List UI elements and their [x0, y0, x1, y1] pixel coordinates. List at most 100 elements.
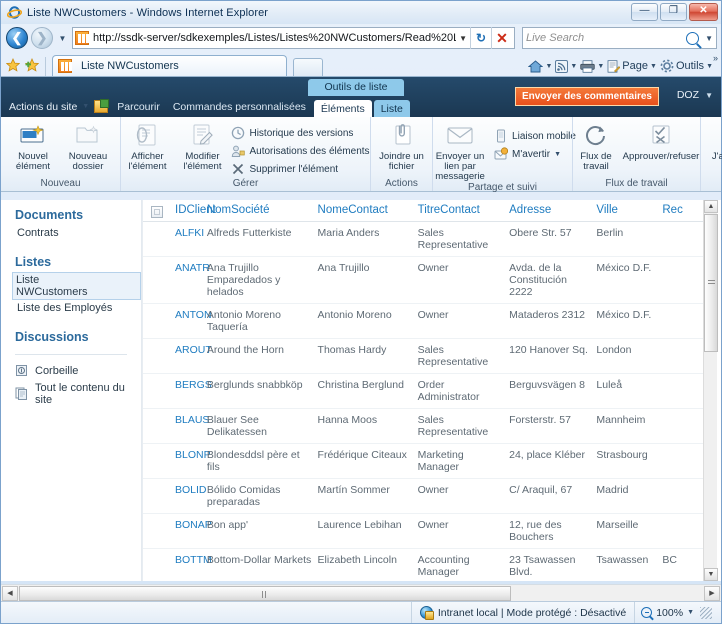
sidebar-item-liste-nwcustomers[interactable]: Liste NWCustomers: [12, 272, 141, 300]
column-header-nomecontact[interactable]: NomeContact: [318, 200, 418, 222]
refresh-button[interactable]: ↻: [470, 27, 491, 49]
search-icon[interactable]: [686, 31, 700, 45]
home-button[interactable]: ▼: [528, 59, 552, 73]
scroll-left-button[interactable]: ◀: [2, 585, 18, 601]
version-history-button[interactable]: Historique des versions: [231, 125, 369, 141]
alert-me-caret-icon[interactable]: ▼: [554, 151, 561, 158]
cell-idclient[interactable]: ANTON: [143, 304, 212, 339]
table-row[interactable]: BOLID Bólido Comidas preparadas Martín Som…: [143, 479, 705, 514]
cell-titrecontact: Owner: [417, 519, 449, 531]
scroll-down-button[interactable]: ▼: [704, 568, 718, 581]
user-menu[interactable]: DOZ: [677, 89, 699, 101]
workflows-button[interactable]: Flux de travail: [573, 122, 619, 172]
security-zone-indicator[interactable]: Intranet local | Mode protégé : Désactiv…: [412, 602, 636, 623]
page-horizontal-scrollbar[interactable]: ◀ ▶: [1, 584, 721, 601]
i-like-it-button[interactable]: J'aime ça: [706, 122, 722, 162]
stop-button[interactable]: ✕: [491, 27, 512, 49]
email-link-button[interactable]: Envoyer un lien par messagerie: [429, 122, 491, 182]
cell-idclient[interactable]: ANATR: [143, 257, 210, 304]
page-menu-button[interactable]: Page ▼: [607, 59, 657, 73]
table-row[interactable]: BOTTM Bottom-Dollar Markets Elizabeth Linc…: [143, 549, 705, 582]
select-all-checkbox[interactable]: [151, 206, 163, 218]
approve-reject-button[interactable]: Approuver/refuser: [622, 122, 700, 162]
zoom-caret-icon[interactable]: ▼: [687, 609, 694, 616]
user-menu-caret-icon[interactable]: ▼: [705, 91, 713, 100]
column-header-region[interactable]: Rec: [662, 200, 705, 222]
mobile-link-button[interactable]: Liaison mobile: [494, 128, 576, 144]
resize-grip[interactable]: [700, 606, 712, 619]
alert-me-button[interactable]: M'avertir ▼: [494, 146, 576, 162]
column-header-nomsociete[interactable]: NomSociété: [207, 200, 318, 222]
print-button[interactable]: ▼: [580, 59, 604, 73]
maximize-button[interactable]: ❐: [660, 3, 687, 21]
sidebar-item-tout-le-contenu[interactable]: Tout le contenu du site: [15, 380, 141, 408]
tab-title: Liste NWCustomers: [81, 60, 179, 72]
feeds-button[interactable]: ▼: [555, 59, 577, 73]
table-row[interactable]: ALFKI Alfreds Futterkiste Maria Anders Sale…: [143, 222, 705, 257]
table-row[interactable]: ANTON Antonio Moreno Taquería Antonio More…: [143, 304, 705, 339]
browse-tab[interactable]: Parcourir: [113, 101, 164, 113]
search-input[interactable]: Live Search: [526, 32, 686, 44]
cell-idclient[interactable]: BLONP: [143, 444, 211, 479]
tools-menu-button[interactable]: Outils ▼: [660, 59, 713, 73]
attach-file-button[interactable]: Joindre un fichier: [376, 122, 428, 172]
cell-idclient[interactable]: BOTTM: [143, 549, 212, 582]
url-dropdown-icon[interactable]: ▼: [456, 34, 470, 43]
add-to-favorites-icon[interactable]: [24, 57, 40, 72]
column-header-titrecontact[interactable]: TitreContact: [418, 200, 510, 222]
table-row[interactable]: BLAUS Blauer See Delikatessen Hanna Moos Sa…: [143, 409, 705, 444]
new-folder-button[interactable]: Nouveau dossier: [62, 122, 114, 172]
page-content: Documents Contrats Listes Liste NWCustom…: [1, 200, 721, 581]
site-actions-button[interactable]: Actions du site: [9, 101, 77, 113]
sidebar-heading-listes[interactable]: Listes: [15, 255, 141, 269]
new-tab-button[interactable]: [293, 58, 323, 76]
custom-commands-tab[interactable]: Commandes personnalisées: [169, 101, 310, 113]
cell-idclient[interactable]: AROUT: [143, 339, 212, 374]
tab-elements[interactable]: Éléments: [313, 100, 372, 117]
favorites-center-icon[interactable]: [5, 57, 21, 72]
scroll-right-button[interactable]: ▶: [704, 585, 720, 601]
list-vertical-scrollbar[interactable]: ▲ ▼: [703, 200, 718, 581]
cell-idclient[interactable]: BLAUS: [143, 409, 209, 444]
delete-item-button[interactable]: Supprimer l'élément: [231, 161, 369, 177]
sidebar-item-contrats[interactable]: Contrats: [15, 225, 141, 241]
edit-item-button[interactable]: Modifier l'élément: [176, 122, 228, 172]
horizontal-scroll-thumb[interactable]: [19, 585, 511, 601]
cell-idclient[interactable]: BONAP: [143, 514, 212, 549]
minimize-button[interactable]: —: [631, 3, 658, 21]
table-row[interactable]: BLONP Blondesddsl père et fils Frédérique …: [143, 444, 705, 479]
sidebar-heading-discussions[interactable]: Discussions: [15, 330, 141, 344]
column-header-adresse[interactable]: Adresse: [509, 200, 596, 222]
item-permissions-button[interactable]: Autorisations des éléments: [231, 143, 370, 159]
new-page-icon[interactable]: [94, 99, 110, 113]
sidebar-item-corbeille[interactable]: Corbeille: [15, 362, 141, 380]
table-row[interactable]: BERGS Berglunds snabbköp Christina Berglun…: [143, 374, 705, 409]
sidebar-item-liste-des-employes[interactable]: Liste des Employés: [15, 300, 141, 316]
new-item-button[interactable]: Nouvel élément: [7, 122, 59, 172]
send-feedback-button[interactable]: Envoyer des commentaires: [514, 87, 659, 106]
search-provider-caret-icon[interactable]: ▼: [705, 34, 713, 43]
cell-idclient[interactable]: BERGS: [143, 374, 212, 409]
sidebar-heading-documents[interactable]: Documents: [15, 208, 141, 222]
zoom-control[interactable]: 100% ▼: [635, 602, 721, 623]
cell-ville: Berlin: [596, 227, 624, 239]
table-row[interactable]: AROUT Around the Horn Thomas Hardy Sales Re…: [143, 339, 705, 374]
horizontal-scroll-track[interactable]: [19, 585, 703, 601]
url-input[interactable]: http://ssdk-server/sdkexemples/Listes/Li…: [72, 27, 515, 49]
vertical-scroll-thumb[interactable]: [704, 214, 718, 352]
view-item-button[interactable]: Afficher l'élément: [121, 122, 173, 172]
table-row[interactable]: BONAP Bon app' Laurence Lebihan Owner 12, ru…: [143, 514, 705, 549]
table-row[interactable]: ANATR Ana Trujillo Emparedados y helados A…: [143, 257, 705, 304]
scroll-up-button[interactable]: ▲: [704, 200, 718, 213]
back-button[interactable]: ❮: [6, 27, 28, 49]
cell-idclient[interactable]: ALFKI: [143, 222, 207, 257]
toolbar-overflow-icon[interactable]: »: [713, 53, 718, 63]
forward-button[interactable]: ❯: [31, 27, 53, 49]
browser-tab[interactable]: Liste NWCustomers: [52, 55, 287, 76]
tab-list[interactable]: Liste: [373, 100, 410, 117]
column-header-ville[interactable]: Ville: [596, 200, 662, 222]
close-button[interactable]: ✕: [689, 3, 718, 21]
search-box[interactable]: Live Search ▼: [522, 27, 717, 49]
recent-pages-button[interactable]: ▼: [56, 34, 69, 43]
cell-idclient[interactable]: BOLID: [143, 479, 207, 514]
